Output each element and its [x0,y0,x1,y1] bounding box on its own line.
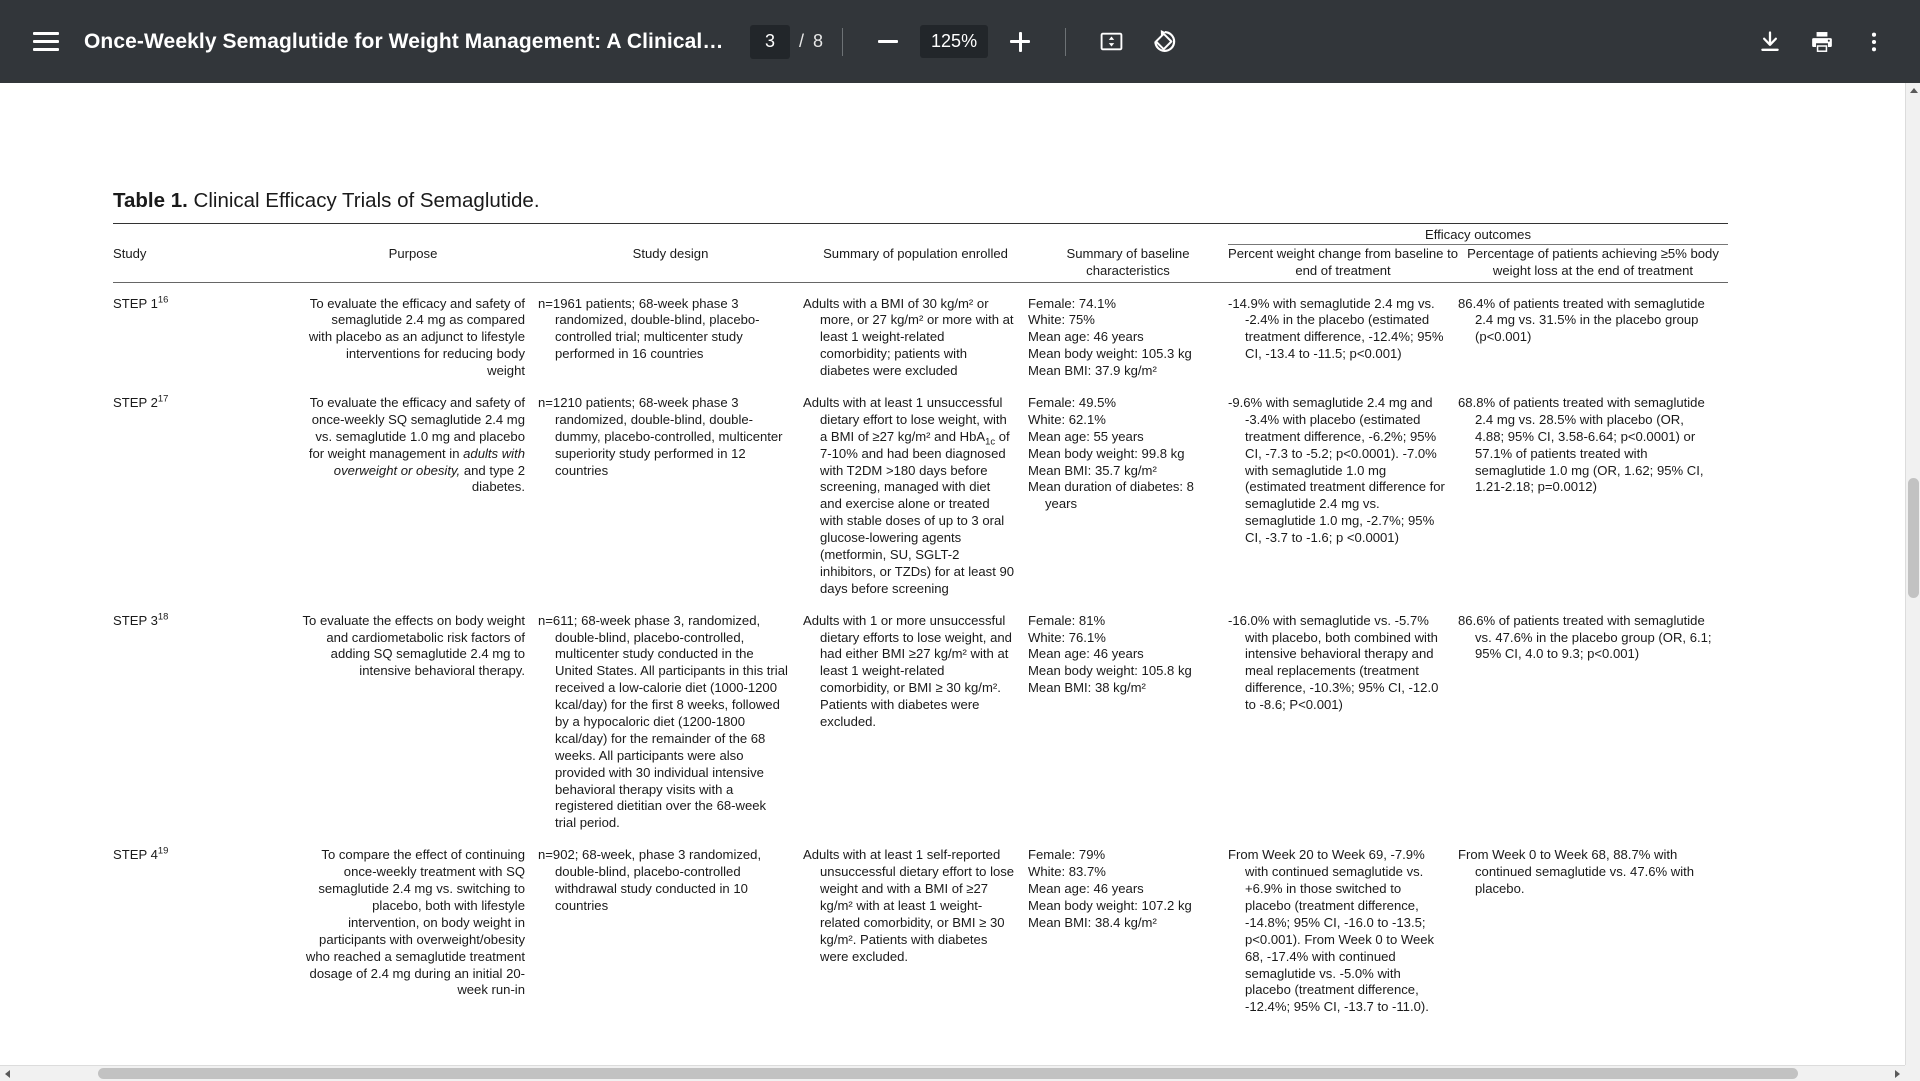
toolbar-divider-1 [842,28,843,56]
scroll-right-button[interactable] [1890,1066,1905,1081]
cell-baseline: Female: 74.1%White: 75%Mean age: 46 year… [1028,282,1228,382]
cell-percentage-5pct: 86.6% of patients treated with semagluti… [1458,600,1728,835]
horizontal-scrollbar[interactable] [0,1065,1920,1080]
download-icon [1757,29,1783,55]
cell-purpose: To evaluate the efficacy and safety of o… [288,382,538,600]
cell-purpose: To compare the effect of continuing once… [288,834,538,1018]
cell-percent-change: -14.9% with semaglutide 2.4 mg vs. -2.4%… [1228,282,1458,382]
cell-purpose: To evaluate the effects on body weight a… [288,600,538,835]
vertical-scrollbar[interactable] [1905,83,1920,1080]
triangle-right-icon [1895,1070,1900,1078]
scrollbar-corner [1905,1065,1920,1080]
table-column-header-row: Study Purpose Study design Summary of po… [113,245,1728,279]
zoom-controls: 125% [862,16,1046,68]
cell-baseline: Female: 49.5%White: 62.1%Mean age: 55 ye… [1028,382,1228,600]
toolbar-right-group [1744,16,1920,68]
print-button[interactable] [1796,16,1848,68]
sidebar-toggle-button[interactable] [20,16,72,68]
print-icon [1809,29,1835,55]
cell-study: STEP 116 [113,282,288,382]
zoom-level-display[interactable]: 125% [920,25,988,58]
col-header-study-design: Study design [538,245,803,279]
plus-icon [1010,32,1030,52]
minus-icon [878,40,898,43]
col-header-purpose: Purpose [288,245,538,279]
fit-to-page-button[interactable] [1085,16,1137,68]
fit-to-page-icon [1099,29,1124,54]
more-options-button[interactable] [1848,16,1900,68]
horizontal-scroll-thumb[interactable] [98,1068,1798,1079]
page-total: 8 [813,31,823,52]
table-row: STEP 318To evaluate the effects on body … [113,600,1728,835]
cell-percentage-5pct: From Week 0 to Week 68, 88.7% with conti… [1458,834,1728,1018]
scroll-up-button[interactable] [1906,83,1920,98]
cell-population: Adults with a BMI of 30 kg/m² or more, o… [803,282,1028,382]
cell-purpose: To evaluate the efficacy and safety of s… [288,282,538,382]
triangle-up-icon [1910,88,1918,93]
col-header-population: Summary of population enrolled [803,245,1028,279]
cell-percent-change: -16.0% with semaglutide vs. -5.7% with p… [1228,600,1458,835]
rotate-counterclockwise-icon [1151,29,1176,54]
cell-percentage-5pct: 86.4% of patients treated with semagluti… [1458,282,1728,382]
hamburger-menu-icon [33,32,59,51]
table-caption-label: Table 1. [113,189,188,212]
col-header-study: Study [113,245,288,279]
vertical-scroll-thumb[interactable] [1908,478,1919,598]
cell-study: STEP 318 [113,600,288,835]
toolbar-left-group: Once-Weekly Semaglutide for Weight Manag… [0,16,1744,68]
cell-study-design: n=611; 68-week phase 3, randomized, doub… [538,600,803,835]
zoom-in-button[interactable] [994,16,1046,68]
cell-baseline: Female: 79%White: 83.7%Mean age: 46 year… [1028,834,1228,1018]
cell-population: Adults with at least 1 unsuccessful diet… [803,382,1028,600]
cell-study: STEP 419 [113,834,288,1018]
table-row: STEP 419To compare the effect of continu… [113,834,1728,1018]
cell-baseline: Female: 81%White: 76.1%Mean age: 46 year… [1028,600,1228,835]
rotate-button[interactable] [1137,16,1189,68]
col-header-percentage-5pct: Percentage of patients achieving ≥5% bod… [1458,245,1728,279]
cell-study-design: n=902; 68-week, phase 3 randomized, doub… [538,834,803,1018]
col-header-percent-change: Percent weight change from baseline to e… [1228,245,1458,279]
more-vertical-icon [1861,29,1887,55]
download-button[interactable] [1744,16,1796,68]
page-number-input[interactable] [750,25,790,59]
cell-population: Adults with at least 1 self-reported uns… [803,834,1028,1018]
cell-study: STEP 217 [113,382,288,600]
pdf-toolbar: Once-Weekly Semaglutide for Weight Manag… [0,0,1920,83]
table-caption-text: Clinical Efficacy Trials of Semaglutide. [194,189,540,212]
triangle-left-icon [5,1070,10,1078]
cell-percent-change: From Week 20 to Week 69, -7.9% with cont… [1228,834,1458,1018]
scroll-left-button[interactable] [0,1066,15,1081]
col-header-baseline: Summary of baseline characteristics [1028,245,1228,279]
cell-study-design: n=1210 patients; 68-week phase 3 randomi… [538,382,803,600]
cell-study-design: n=1961 patients; 68-week phase 3 randomi… [538,282,803,382]
page-separator: / [799,31,804,52]
table-caption: Table 1. Clinical Efficacy Trials of Sem… [113,188,1733,214]
zoom-out-button[interactable] [862,16,914,68]
table-group-header-row: Efficacy outcomes [113,227,1728,244]
table-row: STEP 116To evaluate the efficacy and saf… [113,282,1728,382]
toolbar-divider-2 [1065,28,1066,56]
table-1-container: Table 1. Clinical Efficacy Trials of Sem… [113,188,1733,1018]
pdf-viewer-area[interactable]: Table 1. Clinical Efficacy Trials of Sem… [0,83,1920,1080]
pdf-page: Table 1. Clinical Efficacy Trials of Sem… [0,83,1905,1080]
document-title: Once-Weekly Semaglutide for Weight Manag… [84,30,724,54]
cell-population: Adults with 1 or more unsuccessful dieta… [803,600,1028,835]
cell-percent-change: -9.6% with semaglutide 2.4 mg and -3.4% … [1228,382,1458,600]
page-navigation: / 8 [750,25,823,59]
table-body: STEP 116To evaluate the efficacy and saf… [113,282,1728,1018]
group-header-efficacy-outcomes: Efficacy outcomes [1228,227,1728,244]
cell-percentage-5pct: 68.8% of patients treated with semagluti… [1458,382,1728,600]
clinical-efficacy-table: Efficacy outcomes Study Purpose Study de… [113,223,1728,1019]
table-row: STEP 217To evaluate the efficacy and saf… [113,382,1728,600]
